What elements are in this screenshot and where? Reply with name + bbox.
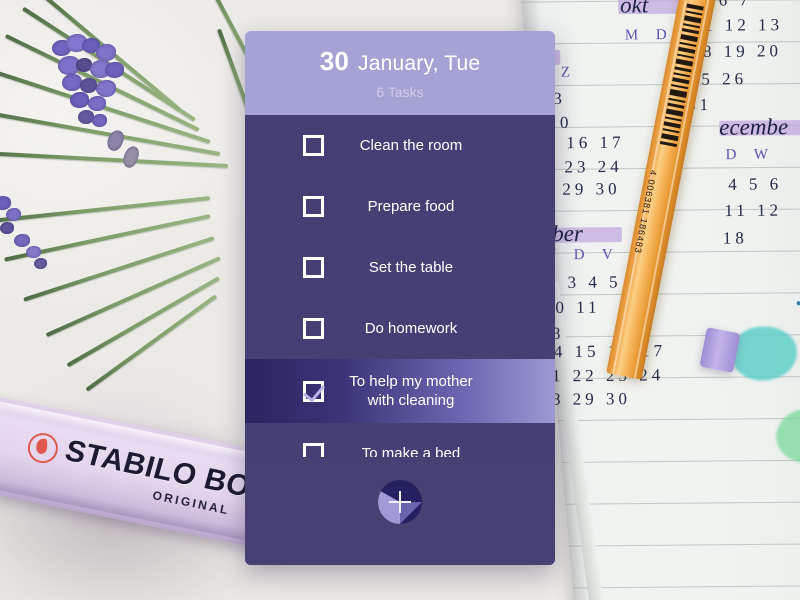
todo-card: 30 January, Tue 6 Tasks Clean the room P… — [245, 31, 555, 565]
task-row[interactable]: Clean the room — [245, 115, 555, 176]
task-row[interactable]: Set the table — [245, 237, 555, 298]
card-footer — [245, 457, 555, 565]
calendar-numbers: 18 — [722, 228, 748, 248]
task-row[interactable]: Prepare food — [245, 176, 555, 237]
day-letters: M D — [624, 27, 674, 44]
day-letters: D W — [725, 146, 776, 164]
task-row[interactable]: Do homework — [245, 298, 555, 359]
calendar-numbers: 4 5 6 — [728, 174, 783, 194]
header-date-rest: January, Tue — [352, 52, 481, 75]
task-label: Set the table — [368, 259, 454, 276]
fab-wedge-bottom-right — [400, 502, 422, 524]
month-label: ecembe — [719, 114, 789, 140]
task-checkbox[interactable] — [303, 196, 324, 217]
task-label: Clean the room — [359, 137, 463, 154]
task-label: Do homework — [364, 320, 458, 337]
lavender-sprigs — [0, 0, 272, 392]
task-list: Clean the room Prepare food Set the tabl… — [245, 115, 555, 565]
task-label: Prepare food — [367, 198, 455, 215]
task-checkbox[interactable] — [303, 135, 324, 156]
month-label: okt — [619, 0, 649, 18]
header-day-number: 30 — [319, 46, 350, 76]
screenshot-root: STABILO BOS ORIGINAL ber — [0, 0, 800, 600]
task-row-selected[interactable]: To help my mother with cleaning — [245, 359, 555, 423]
task-count-label: 6 Tasks — [376, 84, 424, 100]
page-title: 30 January, Tue — [320, 46, 481, 77]
task-checkbox[interactable] — [303, 257, 324, 278]
card-header: 30 January, Tue 6 Tasks — [245, 31, 555, 115]
plus-icon — [388, 501, 412, 503]
task-label: To help my mother with cleaning — [349, 373, 473, 409]
task-checkbox-checked[interactable] — [303, 380, 324, 402]
task-checkbox[interactable] — [303, 318, 324, 339]
add-task-button[interactable] — [378, 480, 422, 524]
calendar-numbers: 11 12 — [724, 200, 783, 221]
